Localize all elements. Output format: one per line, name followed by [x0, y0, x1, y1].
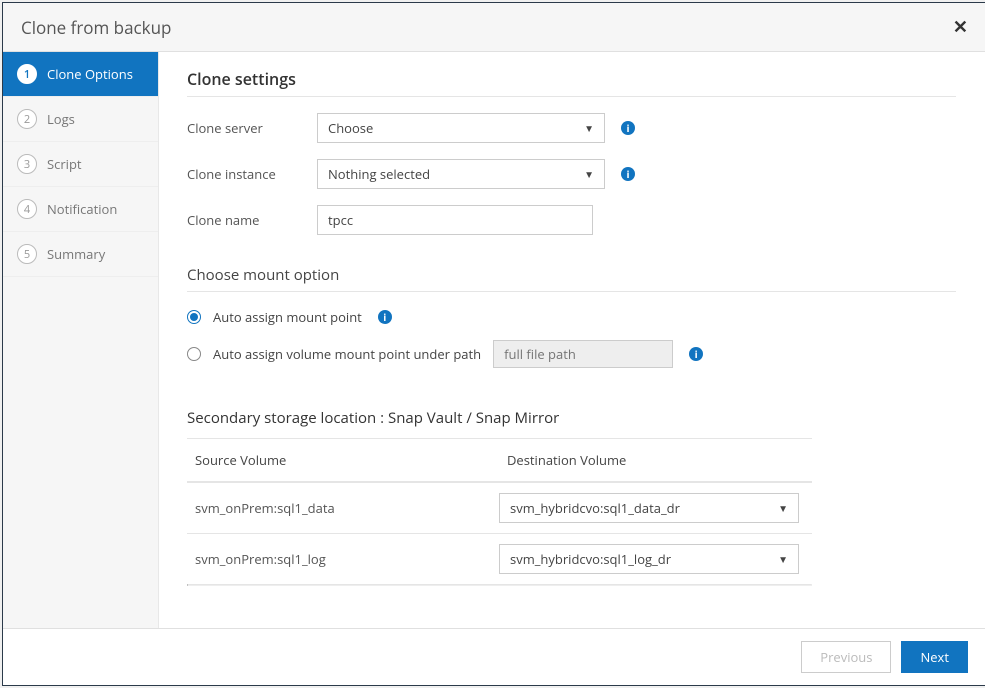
step-notification[interactable]: 4 Notification	[3, 187, 158, 232]
source-volume-cell: svm_onPrem:sql1_data	[187, 499, 499, 517]
next-button[interactable]: Next	[901, 641, 968, 673]
clone-name-label: Clone name	[187, 211, 317, 229]
mount-path-input[interactable]	[493, 340, 673, 368]
radio-auto-mount-label: Auto assign mount point	[213, 308, 362, 326]
divider	[187, 584, 812, 586]
info-icon[interactable]: i	[689, 347, 703, 361]
caret-down-icon: ▼	[778, 501, 788, 515]
info-icon[interactable]: i	[621, 121, 635, 135]
close-icon[interactable]: ✕	[953, 15, 968, 39]
clone-instance-row: Clone instance Nothing selected ▼ i	[187, 159, 956, 189]
radio-mount-under-path-label: Auto assign volume mount point under pat…	[213, 345, 481, 363]
col-destination-volume: Destination Volume	[499, 439, 812, 481]
modal-body: 1 Clone Options 2 Logs 3 Script 4 Notifi…	[3, 52, 985, 628]
clone-settings-title: Clone settings	[187, 68, 956, 90]
wizard-sidebar: 1 Clone Options 2 Logs 3 Script 4 Notifi…	[3, 52, 159, 628]
dropdown-value: svm_hybridcvo:sql1_log_dr	[510, 550, 671, 568]
clone-instance-label: Clone instance	[187, 165, 317, 183]
clone-server-label: Clone server	[187, 119, 317, 137]
modal-title: Clone from backup	[21, 16, 171, 39]
secondary-storage-title: Secondary storage location : Snap Vault …	[187, 408, 956, 428]
content-pane: Clone settings Clone server Choose ▼ i C…	[159, 52, 985, 628]
mount-auto-row: Auto assign mount point i	[187, 308, 956, 326]
step-num: 5	[17, 244, 37, 264]
source-volume-cell: svm_onPrem:sql1_log	[187, 550, 499, 568]
mount-option-title: Choose mount option	[187, 265, 956, 285]
caret-down-icon: ▼	[584, 121, 594, 135]
storage-table: Source Volume Destination Volume svm_onP…	[187, 438, 812, 586]
clone-modal: Clone from backup ✕ 1 Clone Options 2 Lo…	[2, 2, 985, 686]
step-label: Clone Options	[47, 65, 133, 83]
previous-button[interactable]: Previous	[801, 641, 891, 673]
clone-server-dropdown[interactable]: Choose ▼	[317, 113, 605, 143]
step-num: 3	[17, 154, 37, 174]
radio-mount-under-path[interactable]	[187, 347, 201, 361]
caret-down-icon: ▼	[584, 167, 594, 181]
mount-path-row: Auto assign volume mount point under pat…	[187, 340, 956, 368]
step-clone-options[interactable]: 1 Clone Options	[3, 52, 158, 97]
step-num: 2	[17, 109, 37, 129]
table-row: svm_onPrem:sql1_log svm_hybridcvo:sql1_l…	[187, 533, 812, 584]
step-summary[interactable]: 5 Summary	[3, 232, 158, 277]
modal-header: Clone from backup ✕	[3, 3, 985, 52]
divider	[187, 291, 956, 292]
dropdown-value: Choose	[328, 119, 373, 137]
step-script[interactable]: 3 Script	[3, 142, 158, 187]
clone-name-input[interactable]	[317, 205, 593, 235]
step-num: 4	[17, 199, 37, 219]
step-num: 1	[17, 64, 37, 84]
table-row: svm_onPrem:sql1_data svm_hybridcvo:sql1_…	[187, 482, 812, 533]
info-icon[interactable]: i	[621, 167, 635, 181]
dropdown-value: Nothing selected	[328, 165, 430, 183]
modal-footer: Previous Next	[3, 628, 985, 685]
divider	[187, 96, 956, 97]
radio-auto-mount[interactable]	[187, 310, 201, 324]
step-label: Summary	[47, 245, 105, 263]
step-label: Notification	[47, 200, 117, 218]
destination-volume-dropdown[interactable]: svm_hybridcvo:sql1_data_dr ▼	[499, 493, 799, 523]
col-source-volume: Source Volume	[187, 439, 499, 481]
caret-down-icon: ▼	[778, 552, 788, 566]
clone-server-row: Clone server Choose ▼ i	[187, 113, 956, 143]
table-header-row: Source Volume Destination Volume	[187, 438, 812, 482]
step-label: Logs	[47, 110, 75, 128]
destination-volume-dropdown[interactable]: svm_hybridcvo:sql1_log_dr ▼	[499, 544, 799, 574]
clone-instance-dropdown[interactable]: Nothing selected ▼	[317, 159, 605, 189]
step-logs[interactable]: 2 Logs	[3, 97, 158, 142]
info-icon[interactable]: i	[378, 310, 392, 324]
clone-name-row: Clone name	[187, 205, 956, 235]
step-label: Script	[47, 155, 82, 173]
dropdown-value: svm_hybridcvo:sql1_data_dr	[510, 499, 680, 517]
